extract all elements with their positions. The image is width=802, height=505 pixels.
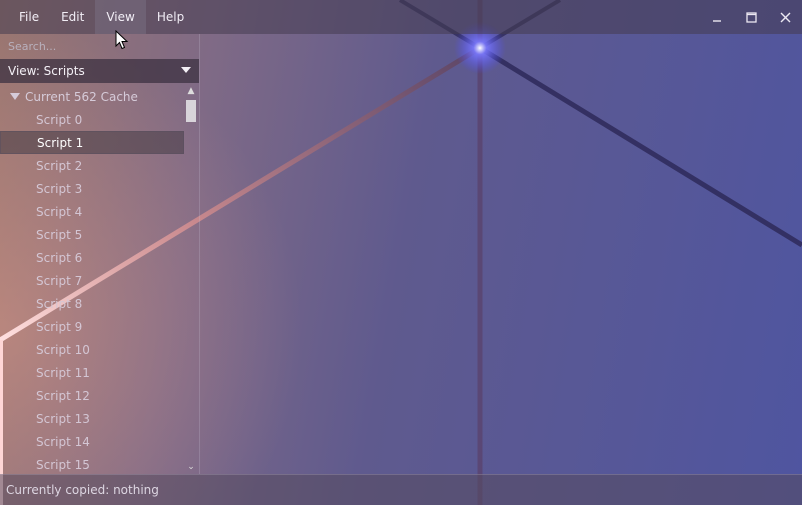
tree-item-script-1[interactable]: Script 1 — [0, 131, 184, 154]
tree-item-script-12[interactable]: Script 12 — [0, 384, 184, 407]
maximize-icon — [745, 11, 757, 23]
search-input[interactable] — [0, 34, 199, 59]
menu-bar: File Edit View Help — [0, 0, 802, 34]
window-controls — [700, 0, 802, 34]
tree-item-script-7[interactable]: Script 7 — [0, 269, 184, 292]
tree-item-script-11[interactable]: Script 11 — [0, 361, 184, 384]
scroll-up-icon[interactable]: ▲ — [186, 86, 196, 96]
tree-item-script-4[interactable]: Script 4 — [0, 200, 184, 223]
mouse-cursor-icon — [115, 30, 129, 50]
main-content-pane — [201, 34, 802, 474]
tree-item-script-10[interactable]: Script 10 — [0, 338, 184, 361]
status-text: Currently copied: nothing — [6, 483, 159, 497]
tree-item-script-5[interactable]: Script 5 — [0, 223, 184, 246]
scroll-thumb[interactable] — [186, 100, 196, 122]
menu-help[interactable]: Help — [146, 0, 195, 34]
menu-edit[interactable]: Edit — [50, 0, 95, 34]
view-select-dropdown[interactable]: View: Scripts — [0, 59, 199, 83]
maximize-button[interactable] — [734, 0, 768, 34]
tree-scrollbar[interactable]: ▲ ⌄ — [184, 85, 198, 474]
minimize-button[interactable] — [700, 0, 734, 34]
tree-item-script-14[interactable]: Script 14 — [0, 430, 184, 453]
app-window: File Edit View Help View: Scripts Curre — [0, 0, 802, 505]
close-button[interactable] — [768, 0, 802, 34]
minimize-icon — [713, 20, 721, 22]
tree-items: Script 0 Script 1 Script 2 Script 3 Script 4… — [0, 108, 184, 474]
tree-item-script-3[interactable]: Script 3 — [0, 177, 184, 200]
tree-root-node[interactable]: Current 562 Cache — [0, 85, 184, 108]
scroll-down-icon[interactable]: ⌄ — [186, 462, 196, 472]
sidebar: View: Scripts Current 562 Cache Script 0… — [0, 34, 200, 474]
menu-file[interactable]: File — [0, 0, 50, 34]
close-icon — [780, 12, 790, 22]
status-bar: Currently copied: nothing — [0, 474, 802, 505]
tree-item-script-13[interactable]: Script 13 — [0, 407, 184, 430]
tree-item-script-2[interactable]: Script 2 — [0, 154, 184, 177]
tree-item-script-6[interactable]: Script 6 — [0, 246, 184, 269]
menu-view[interactable]: View — [95, 0, 146, 34]
tree-item-script-0[interactable]: Script 0 — [0, 108, 184, 131]
script-tree: Current 562 Cache Script 0 Script 1 Script… — [0, 85, 184, 474]
tree-item-script-15[interactable]: Script 15 — [0, 453, 184, 474]
tree-root-label: Current 562 Cache — [25, 89, 138, 104]
view-select-value: View: Scripts — [8, 64, 85, 78]
tree-item-script-9[interactable]: Script 9 — [0, 315, 184, 338]
chevron-down-icon — [181, 67, 191, 73]
tree-item-script-8[interactable]: Script 8 — [0, 292, 184, 315]
expand-triangle-icon — [10, 93, 20, 100]
